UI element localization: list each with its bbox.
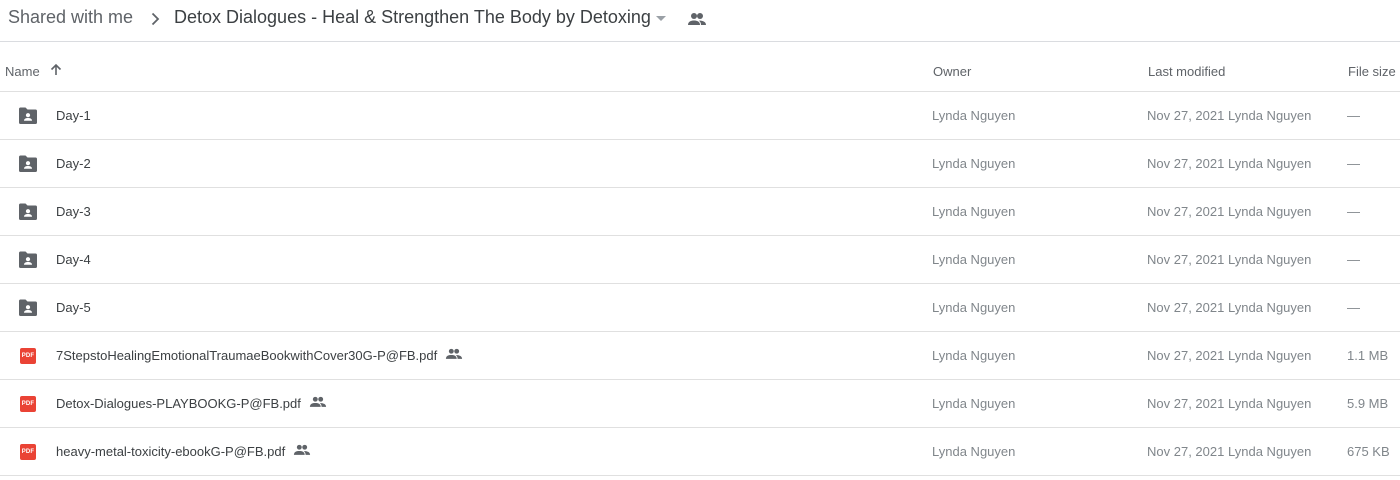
file-name[interactable]: Day-5	[56, 300, 91, 315]
file-name[interactable]: Day-3	[56, 204, 91, 219]
file-name-cell[interactable]: 7StepstoHealingEmotionalTraumaeBookwithC…	[56, 348, 463, 363]
table-row[interactable]: Day-5 Lynda Nguyen Nov 27, 2021 Lynda Ng…	[0, 284, 1400, 332]
modified-by: Lynda Nguyen	[1228, 396, 1312, 411]
modified-by: Lynda Nguyen	[1228, 348, 1312, 363]
modified-by: Lynda Nguyen	[1228, 252, 1312, 267]
file-size: —	[1347, 204, 1360, 219]
table-header: Name Owner Last modified File size	[0, 43, 1400, 92]
table-row[interactable]: PDF 7StepstoHealingEmotionalTraumaeBookw…	[0, 332, 1400, 380]
modified-date: Nov 27, 2021	[1147, 252, 1225, 267]
folder-shared-icon	[19, 251, 37, 268]
modified-date: Nov 27, 2021	[1147, 108, 1225, 123]
pdf-icon: PDF	[20, 348, 36, 364]
table-row[interactable]: Day-3 Lynda Nguyen Nov 27, 2021 Lynda Ng…	[0, 188, 1400, 236]
file-size: —	[1347, 156, 1360, 171]
file-name[interactable]: heavy-metal-toxicity-ebookG-P@FB.pdf	[56, 444, 285, 459]
folder-shared-icon	[19, 203, 37, 220]
modified-date: Nov 27, 2021	[1147, 156, 1225, 171]
table-row[interactable]: Day-4 Lynda Nguyen Nov 27, 2021 Lynda Ng…	[0, 236, 1400, 284]
modified-date: Nov 27, 2021	[1147, 300, 1225, 315]
table-row[interactable]: Day-2 Lynda Nguyen Nov 27, 2021 Lynda Ng…	[0, 140, 1400, 188]
file-size: 5.9 MB	[1347, 396, 1389, 411]
owner: Lynda Nguyen	[932, 204, 1016, 219]
shared-people-icon	[446, 348, 463, 359]
folder-shared-icon	[19, 107, 37, 124]
table-row[interactable]: Day-1 Lynda Nguyen Nov 27, 2021 Lynda Ng…	[0, 92, 1400, 140]
table-row[interactable]: PDF heavy-metal-toxicity-ebookG-P@FB.pdf…	[0, 428, 1400, 476]
owner: Lynda Nguyen	[932, 156, 1016, 171]
file-name[interactable]: 7StepstoHealingEmotionalTraumaeBookwithC…	[56, 348, 437, 363]
folder-shared-icon	[19, 299, 37, 316]
owner: Lynda Nguyen	[932, 108, 1016, 123]
file-name-cell[interactable]: heavy-metal-toxicity-ebookG-P@FB.pdf	[56, 444, 311, 459]
shared-people-icon	[688, 13, 706, 25]
modified-by: Lynda Nguyen	[1228, 444, 1312, 459]
file-name[interactable]: Day-4	[56, 252, 91, 267]
modified-by: Lynda Nguyen	[1228, 108, 1312, 123]
owner: Lynda Nguyen	[932, 348, 1016, 363]
modified-by: Lynda Nguyen	[1228, 204, 1312, 219]
modified-by: Lynda Nguyen	[1228, 156, 1312, 171]
file-size: —	[1347, 252, 1360, 267]
modified-date: Nov 27, 2021	[1147, 204, 1225, 219]
modified-date: Nov 27, 2021	[1147, 348, 1225, 363]
column-header-file-size[interactable]: File size	[1348, 64, 1396, 79]
owner: Lynda Nguyen	[932, 444, 1016, 459]
modified-date: Nov 27, 2021	[1147, 444, 1225, 459]
owner: Lynda Nguyen	[932, 300, 1016, 315]
breadcrumb-current-folder[interactable]: Detox Dialogues - Heal & Strengthen The …	[174, 7, 651, 28]
sort-ascending-arrow-icon[interactable]	[49, 63, 63, 77]
pdf-icon: PDF	[20, 396, 36, 412]
file-size: —	[1347, 108, 1360, 123]
file-name[interactable]: Day-1	[56, 108, 91, 123]
column-header-last-modified[interactable]: Last modified	[1148, 64, 1225, 79]
chevron-right-icon	[151, 12, 160, 26]
file-name[interactable]: Detox-Dialogues-PLAYBOOKG-P@FB.pdf	[56, 396, 301, 411]
file-size: 1.1 MB	[1347, 348, 1389, 363]
file-size: —	[1347, 300, 1360, 315]
table-row[interactable]: PDF Detox-Dialogues-PLAYBOOKG-P@FB.pdf L…	[0, 380, 1400, 428]
file-size: 675 KB	[1347, 444, 1390, 459]
breadcrumb-shared-with-me[interactable]: Shared with me	[8, 7, 133, 28]
owner: Lynda Nguyen	[932, 252, 1016, 267]
modified-by: Lynda Nguyen	[1228, 300, 1312, 315]
shared-people-icon	[309, 396, 326, 407]
column-header-name[interactable]: Name	[5, 64, 40, 79]
shared-people-icon	[294, 444, 311, 455]
file-name[interactable]: Day-2	[56, 156, 91, 171]
folder-shared-icon	[19, 155, 37, 172]
column-header-owner[interactable]: Owner	[933, 64, 971, 79]
owner: Lynda Nguyen	[932, 396, 1016, 411]
breadcrumb: Shared with me Detox Dialogues - Heal & …	[0, 0, 1400, 42]
modified-date: Nov 27, 2021	[1147, 396, 1225, 411]
file-name-cell[interactable]: Detox-Dialogues-PLAYBOOKG-P@FB.pdf	[56, 396, 327, 411]
caret-down-icon[interactable]	[655, 14, 667, 24]
pdf-icon: PDF	[20, 444, 36, 460]
